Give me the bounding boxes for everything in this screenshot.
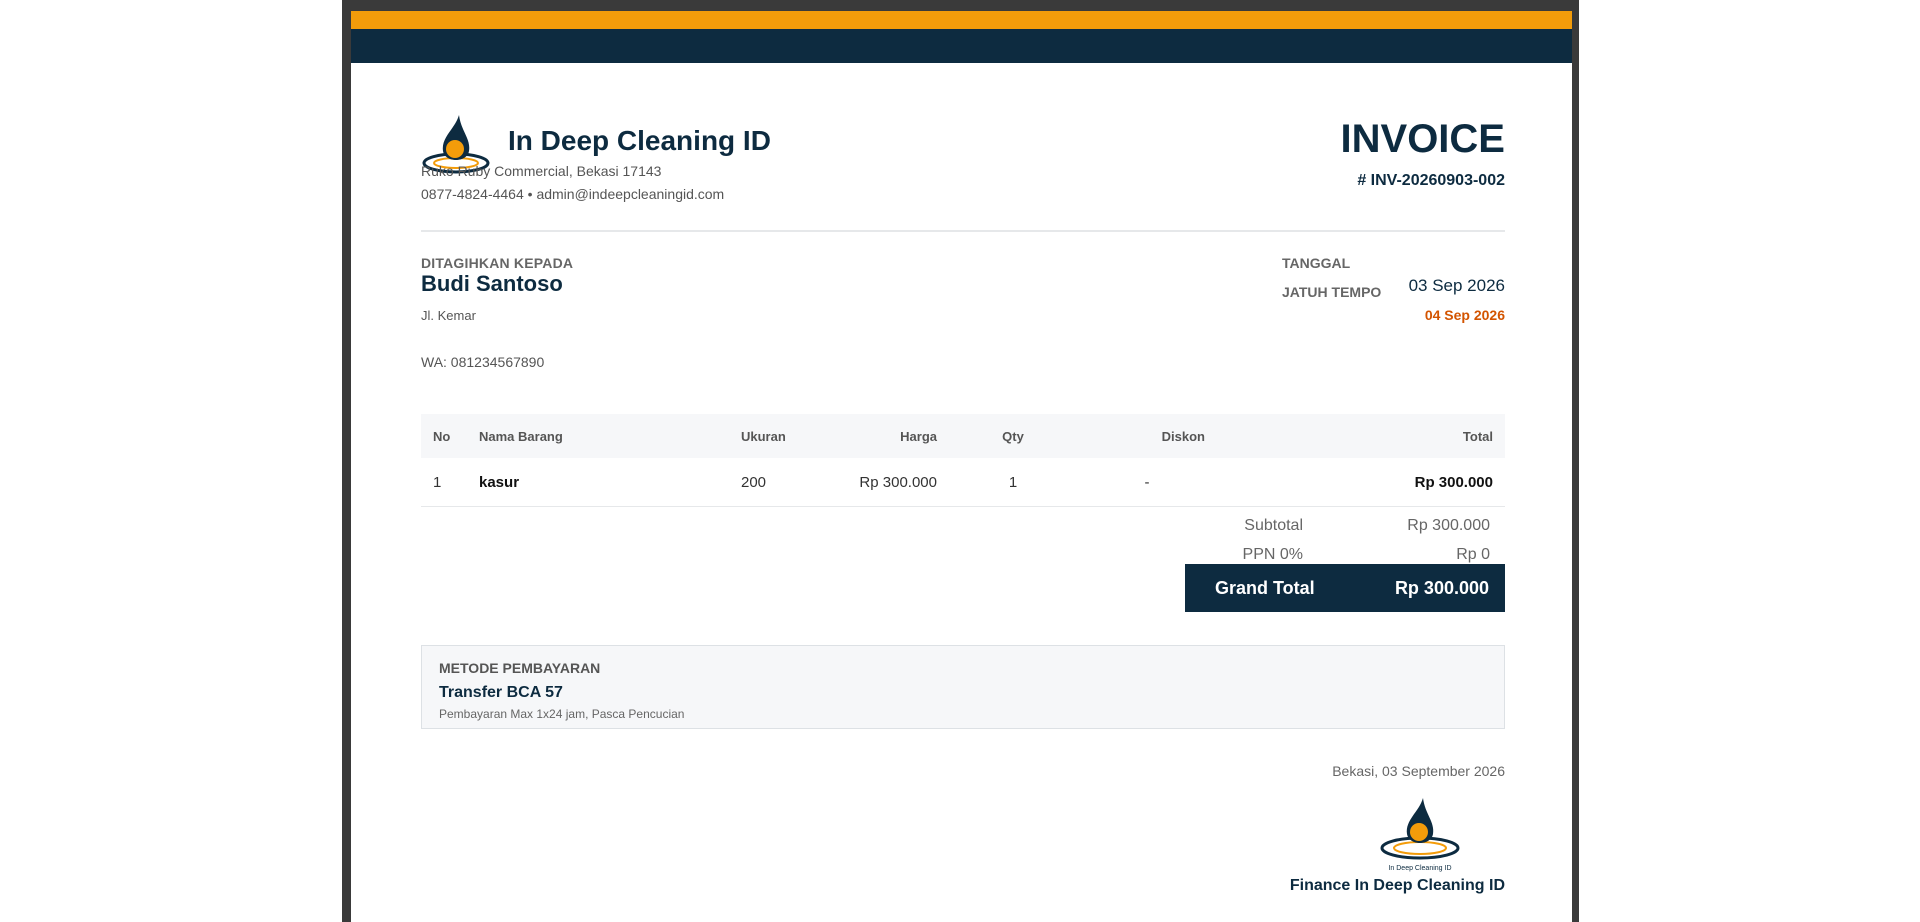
date-label: TANGGAL <box>1282 255 1351 271</box>
grand-total-box: Grand Total Rp 300.000 <box>1185 564 1505 612</box>
company-name: In Deep Cleaning ID <box>508 125 771 156</box>
column-header-size: Ukuran <box>741 428 786 444</box>
signature-logo-text: In Deep Cleaning ID <box>1388 865 1451 872</box>
subtotal-value: Rp 300.000 <box>1407 517 1490 534</box>
payment-note: Pembayaran Max 1x24 jam, Pasca Pencucian <box>439 707 685 721</box>
cell-qty: 1 <box>949 458 1077 507</box>
invoice-title: INVOICE <box>1340 117 1505 161</box>
customer-whatsapp: WA: 081234567890 <box>421 354 545 370</box>
header-navy-bar <box>351 29 1572 63</box>
cell-total: Rp 300.000 <box>1217 458 1505 507</box>
company-contact: 0877-4824-4464 • admin@indeepcleaningid.… <box>421 186 725 202</box>
header-divider <box>421 230 1505 232</box>
subtotal-label: Subtotal <box>1244 517 1303 534</box>
tax-label: PPN 0% <box>1242 546 1303 563</box>
items-table: No Nama Barang Ukuran Harga Qty Diskon T… <box>421 414 1505 507</box>
customer-name: Budi Santoso <box>421 271 563 296</box>
grand-total-value: Rp 300.000 <box>1394 578 1489 598</box>
table-row: 1 kasur 200 Rp 300.000 1 - Rp 300.000 <box>421 458 1505 507</box>
payment-method-box: METODE PEMBAYARAN Transfer BCA 57 Pembay… <box>421 645 1505 729</box>
column-header-discount: Diskon <box>1161 428 1205 444</box>
column-header-total: Total <box>1462 428 1493 444</box>
payment-method-label: METODE PEMBAYARAN <box>439 660 601 676</box>
cell-item-name: kasur <box>467 458 729 507</box>
cell-size: 200 <box>729 458 821 507</box>
signature-place-date: Bekasi, 03 September 2026 <box>1332 763 1505 779</box>
signature-logo-icon: In Deep Cleaning ID <box>1380 798 1460 872</box>
payment-method: Transfer BCA 57 <box>439 684 563 701</box>
bill-to-label: DITAGIHKAN KEPADA <box>421 255 574 271</box>
table-header-row: No Nama Barang Ukuran Harga Qty Diskon T… <box>421 414 1505 458</box>
customer-address: Jl. Kemar <box>421 308 476 323</box>
signature-name: Finance In Deep Cleaning ID <box>1289 877 1505 894</box>
tax-value: Rp 0 <box>1456 546 1490 563</box>
cell-discount: - <box>1077 458 1217 507</box>
invoice-number: # INV-20260903-002 <box>1357 172 1505 189</box>
header-gold-bar <box>351 11 1572 29</box>
column-header-price: Harga <box>900 428 937 444</box>
due-date: 04 Sep 2026 <box>1424 307 1505 323</box>
column-header-qty: Qty <box>1002 428 1024 444</box>
company-address: Ruko Ruby Commercial, Bekasi 17143 <box>421 163 662 179</box>
grand-total-label: Grand Total <box>1215 578 1315 598</box>
invoice-page: In Deep Cleaning ID Ruko Ruby Commercial… <box>351 11 1572 922</box>
cell-price: Rp 300.000 <box>821 458 949 507</box>
due-date-label: JATUH TEMPO <box>1282 284 1382 300</box>
invoice-date: 03 Sep 2026 <box>1408 276 1505 295</box>
column-header-no: No <box>433 428 451 444</box>
cell-no: 1 <box>421 458 467 507</box>
column-header-item-name: Nama Barang <box>479 428 563 444</box>
